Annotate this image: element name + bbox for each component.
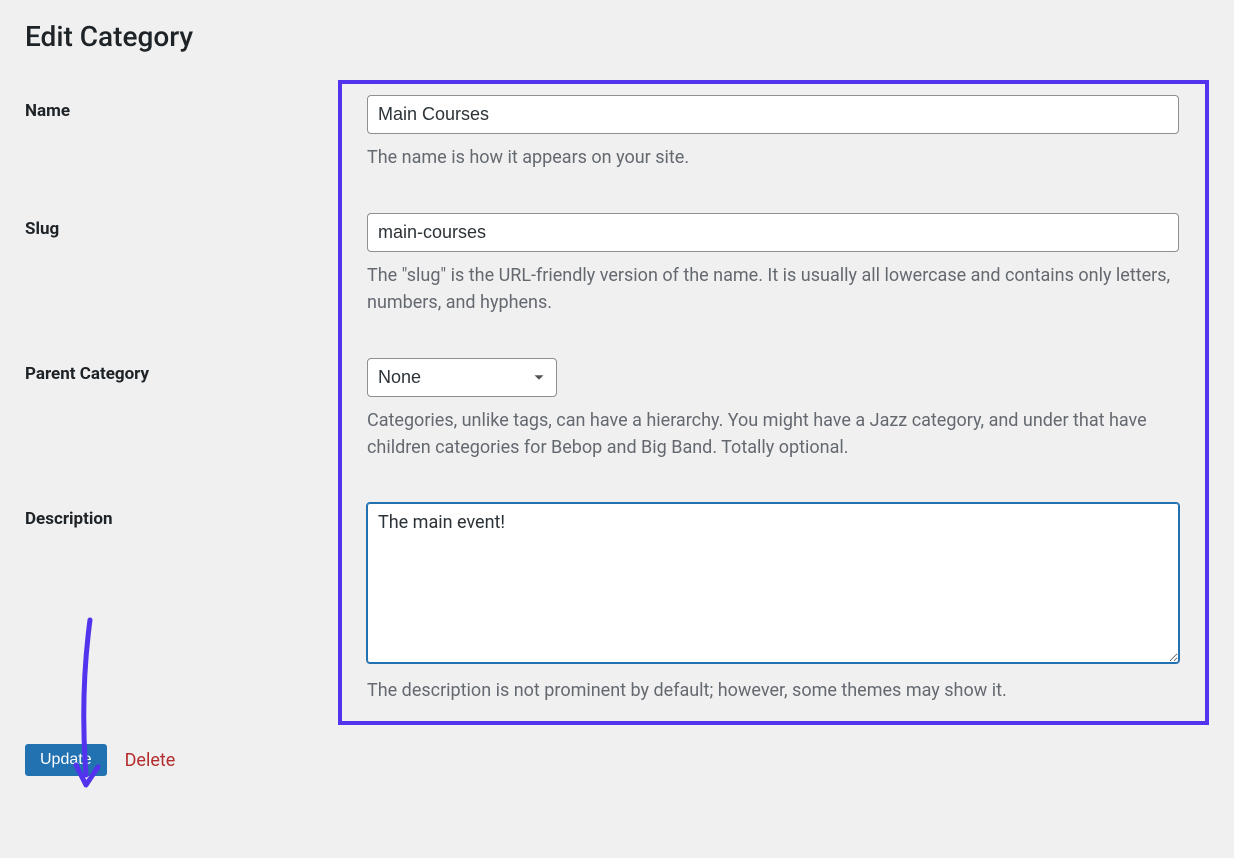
description-label: Description (25, 491, 347, 734)
parent-help-text: Categories, unlike tags, can have a hier… (367, 407, 1179, 461)
slug-label: Slug (25, 201, 347, 346)
description-textarea[interactable] (367, 503, 1179, 663)
name-input[interactable] (367, 95, 1179, 134)
edit-category-form: Name The name is how it appears on your … (25, 83, 1209, 734)
parent-category-label: Parent Category (25, 346, 347, 491)
delete-link[interactable]: Delete (125, 750, 176, 771)
slug-help-text: The "slug" is the URL-friendly version o… (367, 262, 1179, 316)
slug-input[interactable] (367, 213, 1179, 252)
page-title: Edit Category (25, 20, 1209, 53)
name-label: Name (25, 83, 347, 201)
name-help-text: The name is how it appears on your site. (367, 144, 1179, 171)
form-actions: Update Delete (25, 744, 1209, 776)
update-button[interactable]: Update (25, 744, 107, 776)
parent-category-select[interactable]: None (367, 358, 557, 397)
description-help-text: The description is not prominent by defa… (367, 677, 1179, 704)
